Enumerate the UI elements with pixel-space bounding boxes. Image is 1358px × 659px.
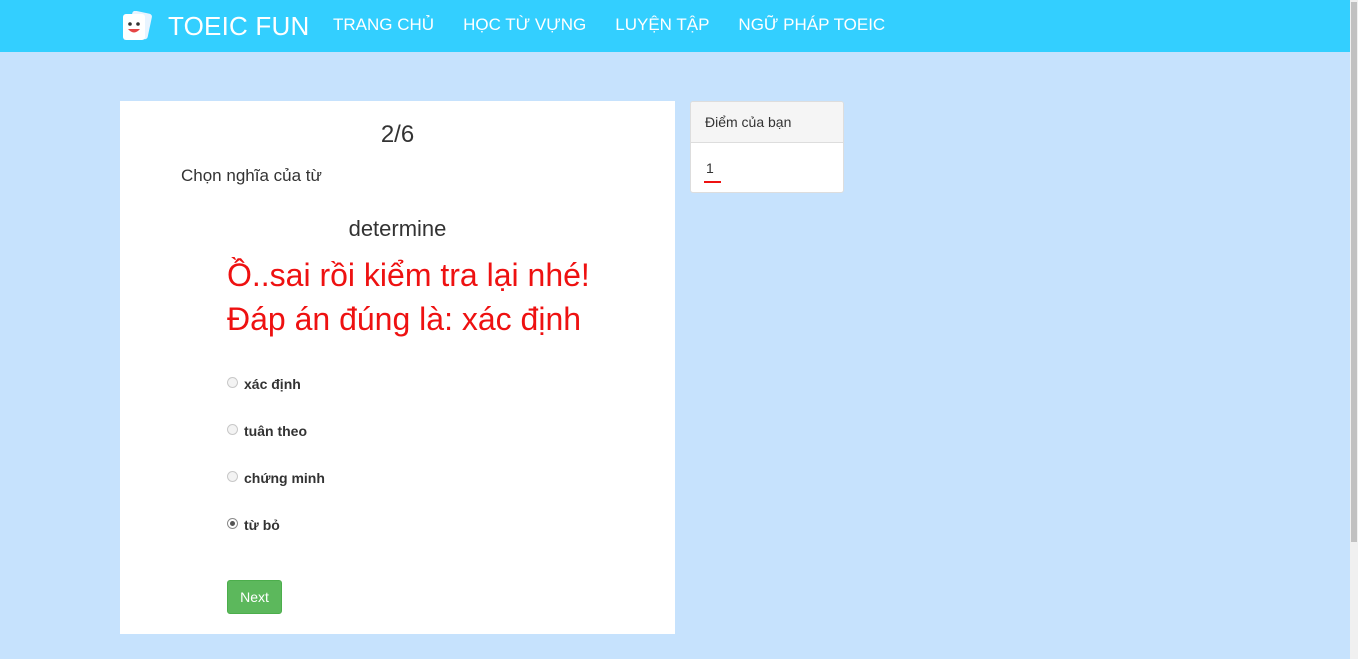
answer-option[interactable]: tuân theo <box>227 420 307 442</box>
feedback-correct-answer: Đáp án đúng là: xác định <box>227 301 582 337</box>
answer-option-label[interactable]: tuân theo <box>244 421 307 441</box>
question-word: determine <box>348 216 447 241</box>
answer-option-label[interactable]: xác định <box>244 374 301 394</box>
score-body: 1 <box>691 143 843 192</box>
radio-button[interactable] <box>227 423 238 435</box>
answer-option[interactable]: chứng minh <box>227 467 325 489</box>
answer-feedback: Ồ..sai rồi kiểm tra lại nhé! Đáp án đúng… <box>227 253 590 341</box>
question-instruction: Chọn nghĩa của từ <box>181 166 322 185</box>
nav-link-practice[interactable]: LUYỆN TẬP <box>615 14 709 36</box>
page-scrollbar[interactable] <box>1350 0 1358 659</box>
brand-title[interactable]: TOEIC FUN <box>168 10 309 42</box>
nav-link-home[interactable]: TRANG CHỦ <box>333 14 434 36</box>
question-progress: 2/6 <box>380 121 415 148</box>
top-navbar: TOEIC FUN TRANG CHỦ HỌC TỪ VỰNG LUYỆN TẬ… <box>0 0 1350 52</box>
nav-link-vocabulary[interactable]: HỌC TỪ VỰNG <box>463 14 586 36</box>
nav-links: TRANG CHỦ HỌC TỪ VỰNG LUYỆN TẬP NGỮ PHÁP… <box>333 14 885 36</box>
quiz-card: 2/6 Chọn nghĩa của từ determine Ồ..sai r… <box>120 101 675 634</box>
score-value: 1 <box>706 160 714 176</box>
radio-button[interactable] <box>227 376 238 388</box>
answer-option-label[interactable]: chứng minh <box>244 468 325 488</box>
score-heading: Điểm của bạn <box>691 102 843 143</box>
answer-option[interactable]: xác định <box>227 373 301 395</box>
radio-button-checked[interactable] <box>227 517 238 529</box>
answer-option-label[interactable]: từ bỏ <box>244 515 280 535</box>
score-panel: Điểm của bạn 1 <box>690 101 844 193</box>
radio-button[interactable] <box>227 470 238 482</box>
next-button[interactable]: Next <box>227 580 282 614</box>
nav-link-grammar[interactable]: NGỮ PHÁP TOEIC <box>738 14 885 36</box>
score-underline <box>704 181 721 183</box>
scrollbar-thumb[interactable] <box>1351 2 1357 542</box>
answer-option-selected[interactable]: từ bỏ <box>227 514 280 536</box>
page: TOEIC FUN TRANG CHỦ HỌC TỪ VỰNG LUYỆN TẬ… <box>0 0 1358 659</box>
smiley-card-icon[interactable] <box>121 11 152 42</box>
feedback-wrong-message: Ồ..sai rồi kiểm tra lại nhé! <box>227 257 590 293</box>
